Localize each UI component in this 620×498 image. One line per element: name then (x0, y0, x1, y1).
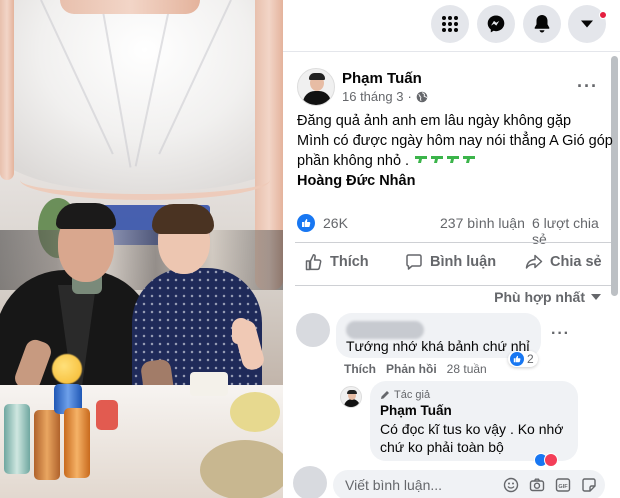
commenter-name-blurred[interactable] (346, 321, 424, 339)
drape-swag (20, 160, 270, 200)
comment-actions: Thích Phản hồi 28 tuần (344, 362, 487, 376)
comment-button[interactable]: Bình luận (405, 253, 496, 271)
food-plate (230, 392, 280, 432)
like-icon (302, 219, 311, 227)
sticker-icon[interactable] (581, 477, 597, 493)
drink-can (34, 410, 60, 480)
post-photo[interactable] (0, 0, 283, 498)
globe-icon (416, 91, 428, 102)
messenger-button[interactable] (477, 5, 515, 43)
drink-can (4, 404, 30, 474)
drape (0, 0, 14, 180)
scrollbar[interactable] (611, 56, 618, 296)
notifications-button[interactable] (523, 5, 561, 43)
post-text-line: Mình có được ngày hôm nay nói thẳng A Gi… (297, 132, 613, 149)
comments-count[interactable]: 237 bình luận (440, 215, 525, 231)
menu-grid-icon (442, 16, 458, 32)
like-button[interactable]: Thích (305, 253, 369, 271)
tagged-person[interactable]: Hoàng Đức Nhân (297, 172, 609, 192)
messenger-icon (487, 15, 505, 33)
like-reaction-badge[interactable] (297, 214, 315, 232)
svg-text:GIF: GIF (558, 484, 568, 490)
reply-text-line: Có đọc kĩ tus ko vậy . Ko nhớ (380, 421, 564, 437)
camera-icon[interactable] (529, 477, 545, 493)
author-badge-label: Tác giả (394, 389, 431, 401)
smiley-icon[interactable] (503, 477, 519, 493)
current-user-avatar[interactable] (293, 466, 327, 498)
comment-reply-link[interactable]: Phản hồi (386, 362, 437, 376)
drink-can (64, 408, 90, 478)
comment-input-placeholder: Viết bình luận... (345, 477, 443, 493)
post-meta: 16 tháng 3 · (342, 89, 428, 104)
comment-reactions[interactable]: 2 (508, 351, 538, 367)
comment-input[interactable]: Viết bình luận... GIF (333, 470, 605, 498)
caret-down-icon (591, 294, 601, 300)
comment-icon (406, 254, 422, 270)
bell-icon (534, 15, 550, 33)
commenter-avatar[interactable] (296, 313, 330, 347)
post-text-line: phần không nhỏ . (297, 151, 609, 172)
post-date[interactable]: 16 tháng 3 (342, 89, 403, 104)
post-text-line: Đăng quả ảnh anh em lâu ngày không gặp (297, 113, 572, 129)
share-button[interactable]: Chia sẻ (525, 253, 602, 271)
post-author-name[interactable]: Phạm Tuấn (342, 70, 422, 87)
food-plate (200, 440, 283, 498)
person-right-hair (152, 204, 214, 234)
post-text-fragment: phần không nhỏ . (297, 153, 410, 169)
meta-separator: · (407, 89, 412, 104)
post-panel: Phạm Tuấn 16 tháng 3 · ··· Đăng quả ảnh … (283, 0, 620, 498)
post-stats: 26K 237 bình luận 6 lượt chia sẻ (297, 212, 609, 247)
like-reaction-badge (510, 352, 524, 366)
comment-bubble: Tướng nhớ khá bảnh chứ nhỉ 2 (336, 313, 541, 367)
avatar (297, 68, 335, 106)
likes-count[interactable]: 26K (323, 215, 348, 231)
gun-emoji-icon (415, 156, 476, 163)
thumbs-up-hand (232, 318, 250, 344)
post-text: Đăng quả ảnh anh em lâu ngày không gặp M… (297, 112, 613, 192)
sort-label: Phù hợp nhất (494, 289, 585, 305)
cup (190, 372, 228, 396)
menu-button[interactable] (431, 5, 469, 43)
account-button[interactable] (568, 5, 607, 43)
person-left-hair (56, 203, 116, 229)
like-label: Thích (330, 254, 369, 270)
post-options-button[interactable]: ··· (577, 76, 598, 97)
notification-dot (599, 11, 607, 19)
reply-text: Có đọc kĩ tus ko vậy . Ko nhớ chứ ko phả… (380, 420, 564, 456)
comment-sort-dropdown[interactable]: Phù hợp nhất (494, 289, 601, 305)
post-actions: Thích Bình luận Chia sẻ (295, 242, 611, 286)
top-bar (283, 0, 620, 52)
reply-reactions[interactable] (534, 453, 558, 467)
author-badge: Tác giả (380, 389, 430, 401)
love-reaction-badge (544, 453, 558, 467)
gif-icon[interactable]: GIF (555, 477, 571, 493)
share-icon (525, 254, 543, 269)
reaction-count: 2 (527, 352, 534, 366)
reply-author-avatar[interactable] (340, 386, 362, 408)
drink-can (96, 400, 118, 430)
like-icon (305, 253, 322, 271)
comment-time[interactable]: 28 tuần (447, 362, 487, 376)
caret-down-icon (581, 20, 593, 28)
share-label: Chia sẻ (550, 254, 602, 270)
reply-author-name[interactable]: Phạm Tuấn (380, 403, 452, 418)
comment-label: Bình luận (430, 254, 497, 270)
emoji-overlay (52, 354, 82, 384)
pencil-icon (381, 391, 389, 399)
emoji-group (413, 153, 481, 168)
comment-text: Tướng nhớ khá bảnh chứ nhỉ (346, 338, 530, 354)
post-author-avatar[interactable] (297, 68, 335, 106)
comment-like-link[interactable]: Thích (344, 362, 376, 376)
comment-options-button[interactable]: ··· (551, 325, 570, 343)
like-icon (513, 355, 521, 363)
drape (60, 0, 200, 14)
